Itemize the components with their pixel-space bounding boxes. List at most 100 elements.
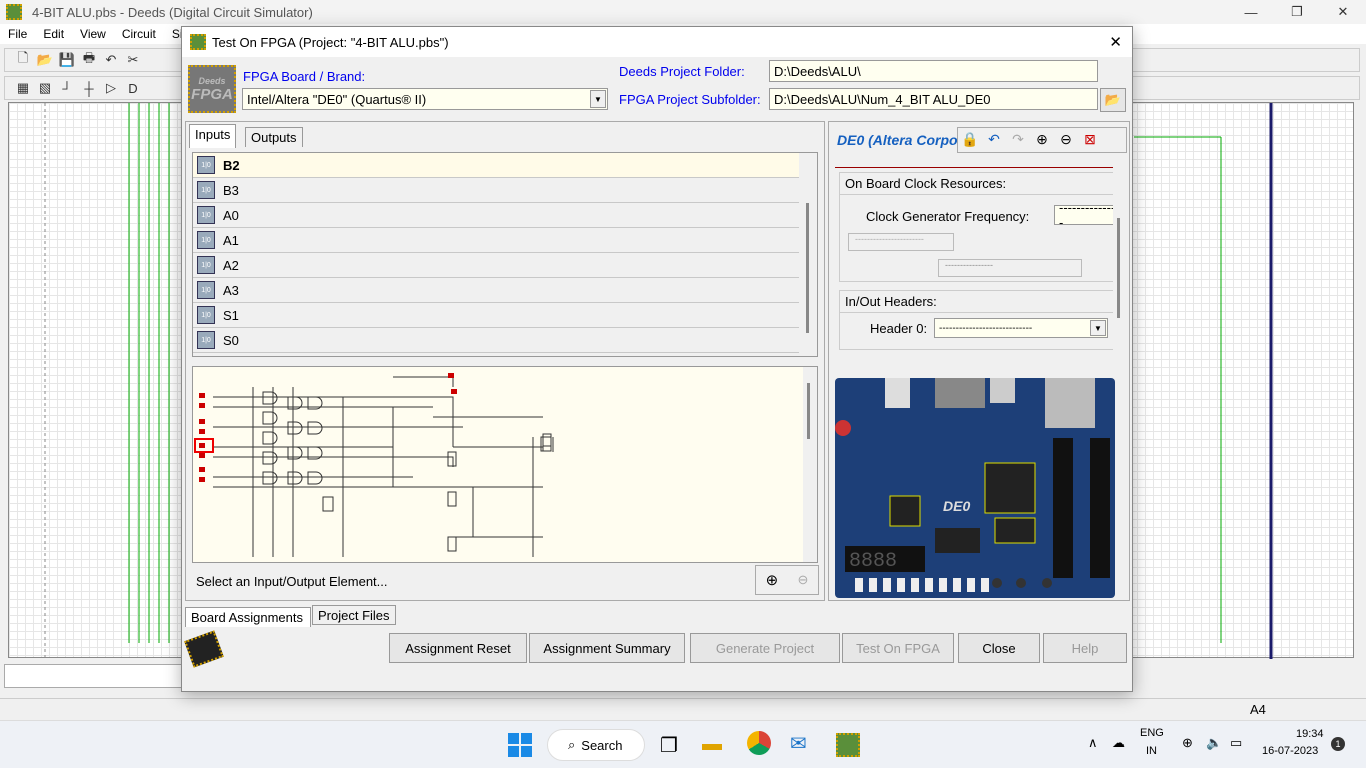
- preview-scrollbar[interactable]: [803, 367, 817, 562]
- chip-logo-icon: [184, 630, 224, 668]
- help-button[interactable]: Help: [1043, 633, 1127, 663]
- hint-text: Select an Input/Output Element...: [196, 574, 388, 589]
- input-name: S1: [223, 307, 239, 323]
- taskbar-search[interactable]: ⌕ Search: [547, 729, 645, 761]
- task-view-icon[interactable]: ❐: [660, 733, 678, 758]
- de0-board-drawing: 8888: [835, 378, 1110, 592]
- clear-icon[interactable]: ⊠: [1078, 128, 1102, 150]
- clock-time[interactable]: 19:34: [1296, 728, 1324, 740]
- battery-icon[interactable]: ▭: [1230, 735, 1242, 751]
- mail-icon[interactable]: ✉: [790, 731, 807, 756]
- chrome-icon[interactable]: [747, 731, 771, 755]
- input-row[interactable]: 1|0 B3: [193, 178, 817, 203]
- io-icon[interactable]: ▦: [15, 80, 31, 96]
- assignment-summary-button[interactable]: Assignment Summary: [529, 633, 685, 663]
- input-switch-icon: 1|0: [197, 231, 215, 249]
- header0-select[interactable]: ---------------------------- ▼: [934, 318, 1108, 338]
- status-cell: A4: [1250, 702, 1266, 717]
- subfolder-label: FPGA Project Subfolder:: [619, 92, 761, 107]
- redo-icon[interactable]: ↷: [1006, 128, 1030, 150]
- zoom-slider[interactable]: [4, 664, 184, 688]
- input-row[interactable]: 1|0 S0: [193, 328, 817, 353]
- close-button[interactable]: Close: [958, 633, 1040, 663]
- print-icon[interactable]: 🖶: [81, 50, 97, 68]
- maximize-button[interactable]: ❐: [1274, 0, 1320, 24]
- circuit-preview[interactable]: [192, 366, 818, 563]
- test-on-fpga-button[interactable]: Test On FPGA: [842, 633, 954, 663]
- not-gate-icon[interactable]: ▷: [103, 80, 119, 96]
- file-explorer-icon[interactable]: ▬: [702, 733, 722, 756]
- generate-project-button[interactable]: Generate Project: [690, 633, 840, 663]
- constant-icon[interactable]: ▧: [37, 80, 53, 96]
- settings-scrollbar[interactable]: [1117, 218, 1120, 318]
- clock-assign-button[interactable]: -----------------------: [848, 233, 954, 251]
- cut-icon[interactable]: ✂: [125, 52, 141, 68]
- io-panel: Inputs Outputs 1|0 B2 1|0 B3 1|0 A0 1|0 A1 1|0 A2…: [185, 121, 825, 601]
- language-indicator[interactable]: ENG: [1140, 727, 1164, 739]
- zoom-out-icon[interactable]: ⊖: [1054, 128, 1078, 150]
- project-folder-field[interactable]: D:\Deeds\ALU\: [769, 60, 1098, 82]
- tab-inputs[interactable]: Inputs: [189, 124, 237, 148]
- app-icon: [6, 4, 22, 20]
- tab-project-files[interactable]: Project Files: [312, 605, 396, 625]
- de0-board-image[interactable]: 8888 DE0: [835, 378, 1115, 598]
- app-title: 4-BIT ALU.pbs - Deeds (Digital Circuit S…: [32, 4, 313, 20]
- undo-icon[interactable]: ↶: [103, 52, 119, 68]
- menu-file[interactable]: File: [0, 27, 35, 41]
- input-name: B3: [223, 182, 239, 198]
- clock-label: Clock Generator Frequency:: [866, 209, 1030, 224]
- board-toolbar: 🔒 ↶ ↷ ⊕ ⊖ ⊠: [957, 127, 1127, 153]
- network-icon[interactable]: ☁: [1112, 735, 1125, 751]
- taskbar: ⌕ Search ❐ ▬ ✉ ∧ ☁ ENG IN ⊕ 🔈 ▭ 19:34 16-…: [0, 720, 1366, 768]
- inputs-scrollbar[interactable]: [799, 153, 817, 356]
- assignment-reset-button[interactable]: Assignment Reset: [389, 633, 527, 663]
- notification-badge[interactable]: 1: [1331, 737, 1345, 751]
- deeds-taskbar-icon[interactable]: [836, 733, 860, 757]
- input-row[interactable]: 1|0 A1: [193, 228, 817, 253]
- svg-text:8888: 8888: [849, 550, 897, 573]
- start-icon[interactable]: [508, 733, 532, 757]
- volume-icon[interactable]: 🔈: [1206, 735, 1222, 751]
- menu-view[interactable]: View: [72, 27, 114, 41]
- clock-date[interactable]: 16-07-2023: [1262, 745, 1318, 757]
- input-switch-icon: 1|0: [197, 206, 215, 224]
- dialog-close-icon[interactable]: ✕: [1109, 33, 1122, 51]
- input-row[interactable]: 1|0 A2: [193, 253, 817, 278]
- globe-icon[interactable]: ⊕: [1182, 735, 1193, 751]
- menu-circuit[interactable]: Circuit: [114, 27, 164, 41]
- zoom-out-icon[interactable]: ⊖: [797, 572, 808, 588]
- fpga-logo: Deeds FPGA: [188, 65, 236, 113]
- lock-icon[interactable]: 🔒: [958, 128, 982, 150]
- wire-icon[interactable]: ┘: [59, 80, 75, 96]
- headers-title: In/Out Headers:: [840, 291, 1113, 313]
- board-select[interactable]: Intel/Altera "DE0" (Quartus® II) ▼: [242, 88, 608, 110]
- and-gate-icon[interactable]: D: [125, 80, 141, 96]
- board-settings: On Board Clock Resources: Clock Generato…: [833, 156, 1113, 356]
- input-name: A0: [223, 207, 239, 223]
- input-name: A3: [223, 282, 239, 298]
- board-silk-label: DE0: [943, 498, 971, 514]
- open-icon[interactable]: 📂: [37, 52, 53, 68]
- zoom-in-icon[interactable]: ⊕: [766, 571, 779, 589]
- undo-icon[interactable]: ↶: [982, 128, 1006, 150]
- save-icon[interactable]: 💾: [59, 52, 75, 68]
- minimize-button[interactable]: —: [1228, 0, 1274, 24]
- project-subfolder-field[interactable]: D:\Deeds\ALU\Num_4_BIT ALU_DE0: [769, 88, 1098, 110]
- chevron-up-icon[interactable]: ∧: [1088, 735, 1098, 751]
- input-row[interactable]: 1|0 S1: [193, 303, 817, 328]
- menu-edit[interactable]: Edit: [35, 27, 72, 41]
- input-switch-icon: 1|0: [197, 281, 215, 299]
- header0-label: Header 0:: [870, 321, 928, 336]
- wire-delete-icon[interactable]: ┼: [81, 80, 97, 96]
- input-row[interactable]: 1|0 A3: [193, 278, 817, 303]
- close-app-button[interactable]: ✕: [1320, 0, 1366, 24]
- clock-combo[interactable]: ----------------: [938, 259, 1082, 277]
- input-row[interactable]: 1|0 B2: [193, 153, 817, 178]
- tab-board-assignments[interactable]: Board Assignments: [185, 607, 311, 627]
- clock-frequency-field[interactable]: ---------------: [1054, 200, 1113, 230]
- tab-outputs[interactable]: Outputs: [245, 127, 303, 147]
- zoom-in-icon[interactable]: ⊕: [1030, 128, 1054, 150]
- new-icon[interactable]: 🗋: [15, 50, 31, 68]
- input-row[interactable]: 1|0 A0: [193, 203, 817, 228]
- browse-folder-button[interactable]: 📂: [1100, 88, 1126, 112]
